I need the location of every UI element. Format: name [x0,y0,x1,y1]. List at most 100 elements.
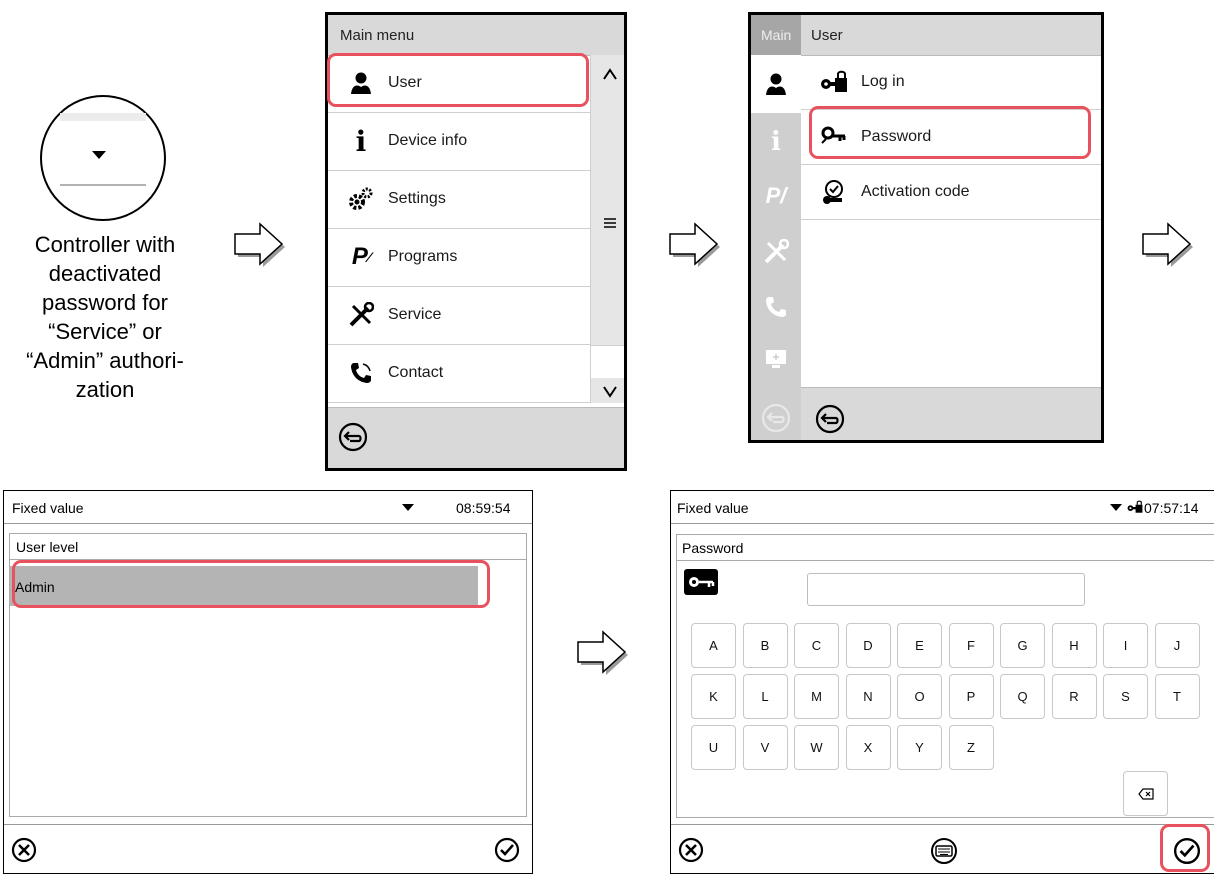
dropdown-arrow-icon[interactable] [402,504,414,512]
caption-text: Controller with deactivated password for… [0,230,210,404]
caption-line: “Admin” authori- [26,348,184,373]
menu-item-settings[interactable]: Settings [328,171,590,229]
list-panel: User level Admin [9,533,527,817]
menu-item-log-in[interactable]: Log in [801,55,1101,110]
sidebar-phone-icon[interactable] [764,295,788,324]
caption-line: deactivated [48,261,162,286]
key-t[interactable]: T [1154,674,1200,719]
scrollbar[interactable] [590,55,624,403]
dial-icon [40,95,166,221]
password-key-icon [819,122,849,152]
phone-icon [346,358,376,388]
key-w[interactable]: W [794,725,839,770]
menu-item-programs[interactable]: P ⁄ Programs [328,229,590,287]
list-title-bar: User level [10,534,526,560]
sidebar-tools-icon[interactable] [763,238,790,270]
backspace-icon [1137,787,1154,800]
user-level-screen: Fixed value 08:59:54 User level Admin [3,490,533,874]
dropdown-arrow-icon[interactable] [1110,504,1122,512]
user-menu-header: User [801,15,1101,56]
back-icon[interactable] [815,404,845,439]
key-f[interactable]: F [948,623,994,668]
scroll-up-icon[interactable] [591,67,624,85]
main-menu-title: Main menu [340,27,415,44]
caption-line: password for [42,290,168,315]
main-menu-header: Main menu [328,15,624,56]
key-c[interactable]: C [794,623,839,668]
backspace-key[interactable] [1123,771,1168,816]
key-m[interactable]: M [794,674,839,719]
menu-item-label: Password [861,128,932,145]
menu-item-device-info[interactable]: i Device info [328,113,590,171]
key-s[interactable]: S [1103,674,1148,719]
key-e[interactable]: E [897,623,942,668]
key-x[interactable]: X [845,725,891,770]
key-k[interactable]: K [691,674,736,719]
key-q[interactable]: Q [1000,674,1045,719]
cancel-icon[interactable] [11,837,37,863]
scroll-down-icon[interactable] [591,385,624,403]
user-menu-footer [801,387,1101,440]
sidebar-programs-icon[interactable]: P/ [751,183,801,209]
menu-item-service[interactable]: Service [328,287,590,345]
key-r[interactable]: R [1051,674,1097,719]
menu-item-label: Contact [388,364,444,381]
confirm-icon[interactable] [1173,837,1201,865]
footer-bar [671,824,1214,873]
menu-item-label: Programs [388,248,458,265]
list-item-admin[interactable]: Admin [10,566,478,606]
menu-item-label: Service [388,306,442,323]
menu-item-user[interactable]: User [328,55,590,113]
password-screen: Fixed value 07:57:14 Password ABCDEFGHIJ… [670,490,1214,874]
user-menu-title: User [811,27,843,44]
key-i[interactable]: I [1103,623,1148,668]
password-field[interactable] [807,573,1085,606]
panel-title: Password [682,540,744,556]
key-o[interactable]: O [897,674,942,719]
gears-icon [346,184,376,214]
sidebar-info-icon[interactable]: i [751,127,801,157]
header-bar: Fixed value 08:59:54 [4,491,532,524]
clock-time: 08:59:54 [456,500,511,516]
list-title: User level [16,539,79,555]
key-h[interactable]: H [1051,623,1097,668]
list-item-label: Admin [15,579,55,595]
keyboard-icon[interactable] [930,837,958,865]
panel-title-bar: Password [677,535,1214,561]
key-n[interactable]: N [845,674,891,719]
menu-item-label: Device info [388,132,468,149]
flow-arrow-icon [577,630,628,675]
flow-arrow-icon [669,222,720,267]
caption-line: “Service” or [48,319,162,344]
key-z[interactable]: Z [948,725,994,770]
scroll-handle-icon[interactable] [591,215,624,233]
key-a[interactable]: A [691,623,736,668]
sidebar-tab-main[interactable]: Main [751,15,801,55]
key-p[interactable]: P [948,674,994,719]
cancel-icon[interactable] [678,837,704,863]
header-title: Fixed value [677,500,749,516]
menu-item-contact[interactable]: Contact [328,345,590,403]
menu-item-activation-code[interactable]: Activation code [801,165,1101,220]
key-u[interactable]: U [691,725,736,770]
key-b[interactable]: B [742,623,788,668]
key-y[interactable]: Y [897,725,942,770]
activation-icon [819,177,849,207]
key-g[interactable]: G [1000,623,1045,668]
key-j[interactable]: J [1154,623,1200,668]
sidebar-display-icon[interactable] [765,349,787,374]
back-icon[interactable] [338,422,368,457]
key-icon [684,569,718,595]
menu-item-label: Activation code [861,183,970,200]
scroll-track-white [591,345,624,378]
key-l[interactable]: L [742,674,788,719]
menu-item-label: Settings [388,190,446,207]
key-v[interactable]: V [742,725,788,770]
menu-item-password[interactable]: Password [801,110,1101,165]
confirm-icon[interactable] [494,837,520,863]
main-menu-screen: Main menu User i Device info Settings P ⁄… [325,12,627,471]
key-d[interactable]: D [845,623,891,668]
sidebar: Main i P/ [751,15,801,440]
info-icon: i [355,124,367,158]
sidebar-item-user[interactable] [751,55,801,113]
